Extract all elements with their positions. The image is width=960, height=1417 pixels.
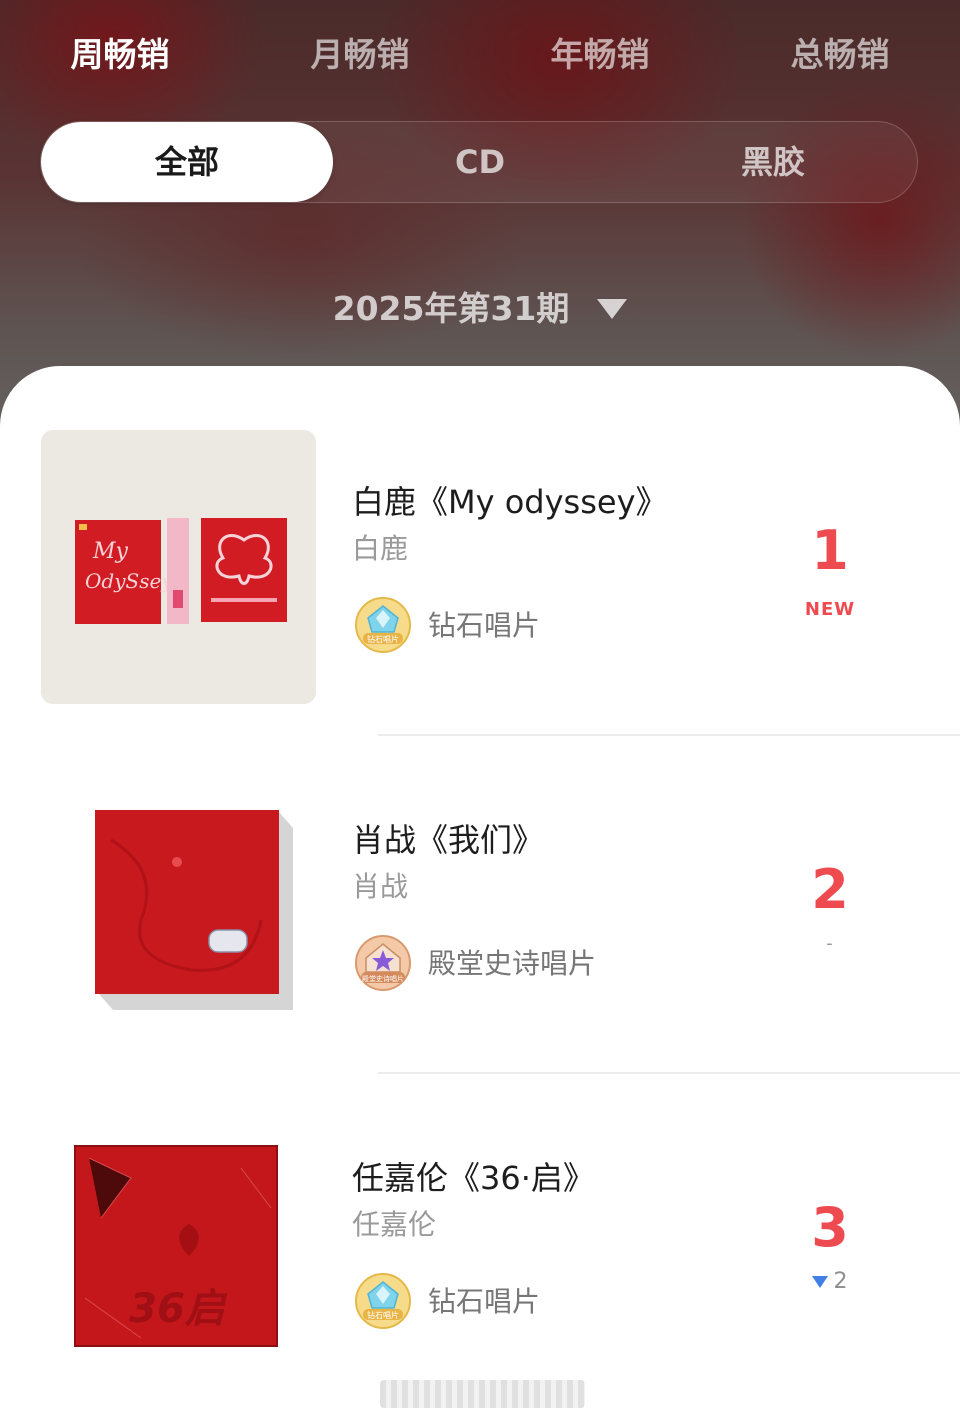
artist-name[interactable]: 白鹿 — [352, 531, 408, 567]
tab-weekly[interactable]: 周畅销 — [40, 30, 200, 80]
diamond-record-badge-icon: 钻石唱片 — [355, 1273, 411, 1329]
period-tabs: 周畅销 月畅销 年畅销 总畅销 — [0, 30, 960, 84]
segment-cd[interactable]: CD — [333, 122, 627, 202]
chart-row[interactable]: My OdySsey 白鹿《My odyssey》 白鹿 钻石唱片 钻石唱片 1… — [0, 366, 960, 704]
rank-change-new: NEW — [804, 599, 856, 620]
hall-epic-record-badge-icon: 殿堂史诗唱片 — [355, 935, 411, 991]
svg-text:钻石唱片: 钻石唱片 — [367, 1310, 399, 1320]
period-selector-row: 2025年第31期 — [0, 286, 960, 332]
rank-number: 3 — [811, 1196, 849, 1259]
period-selector[interactable]: 2025年第31期 — [333, 286, 628, 332]
album-title[interactable]: 任嘉伦《36·启》 — [352, 1158, 595, 1198]
album-cover-art — [95, 810, 293, 1010]
arrow-down-icon — [811, 1276, 828, 1288]
album-title[interactable]: 白鹿《My odyssey》 — [352, 482, 668, 522]
svg-text:OdySsey: OdySsey — [85, 569, 173, 593]
svg-text:My: My — [92, 539, 129, 564]
tab-all-time[interactable]: 总畅销 — [760, 30, 920, 80]
segment-all[interactable]: 全部 — [41, 122, 333, 202]
album-cover-art: 36启 — [74, 1145, 278, 1347]
chart-list: My OdySsey 白鹿《My odyssey》 白鹿 钻石唱片 钻石唱片 1… — [0, 366, 960, 1417]
rank-change-value: 2 — [833, 1269, 849, 1294]
tab-yearly[interactable]: 年畅销 — [520, 30, 680, 80]
album-cover-art: My OdySsey — [75, 518, 287, 624]
badge-label: 钻石唱片 — [428, 1285, 541, 1318]
rank-change-down: 2 — [780, 1270, 880, 1294]
album-title[interactable]: 肖战《我们》 — [352, 820, 544, 860]
format-segmented-control: 全部 CD 黑胶 — [40, 121, 918, 203]
badge-label: 钻石唱片 — [428, 609, 541, 642]
diamond-record-badge-icon: 钻石唱片 — [355, 597, 411, 653]
tab-monthly[interactable]: 月畅销 — [280, 30, 440, 80]
period-label: 2025年第31期 — [332, 289, 570, 328]
my-odyssey-album-cover-icon: My OdySsey — [41, 430, 316, 704]
chart-row[interactable]: 36启 任嘉伦《36·启》 任嘉伦 钻石唱片 钻石唱片 3 2 — [0, 1074, 960, 1412]
svg-text:36启: 36启 — [129, 1286, 228, 1332]
rank-change-same: - — [826, 933, 834, 954]
blurred-footer — [380, 1380, 585, 1408]
artist-name[interactable]: 肖战 — [352, 869, 408, 905]
svg-text:钻石唱片: 钻石唱片 — [367, 634, 399, 644]
artist-name[interactable]: 任嘉伦 — [352, 1207, 436, 1243]
36-qi-album-cover-icon: 36启 — [41, 1138, 316, 1412]
badge-label: 殿堂史诗唱片 — [428, 947, 597, 980]
caret-down-icon — [597, 299, 628, 319]
women-album-cover-icon — [41, 800, 316, 1074]
segment-vinyl[interactable]: 黑胶 — [627, 122, 919, 202]
svg-text:殿堂史诗唱片: 殿堂史诗唱片 — [362, 974, 404, 983]
rank-number: 1 — [811, 519, 849, 582]
rank-number: 2 — [811, 858, 849, 921]
chart-row[interactable]: 肖战《我们》 肖战 殿堂史诗唱片 殿堂史诗唱片 2 - — [0, 736, 960, 1074]
